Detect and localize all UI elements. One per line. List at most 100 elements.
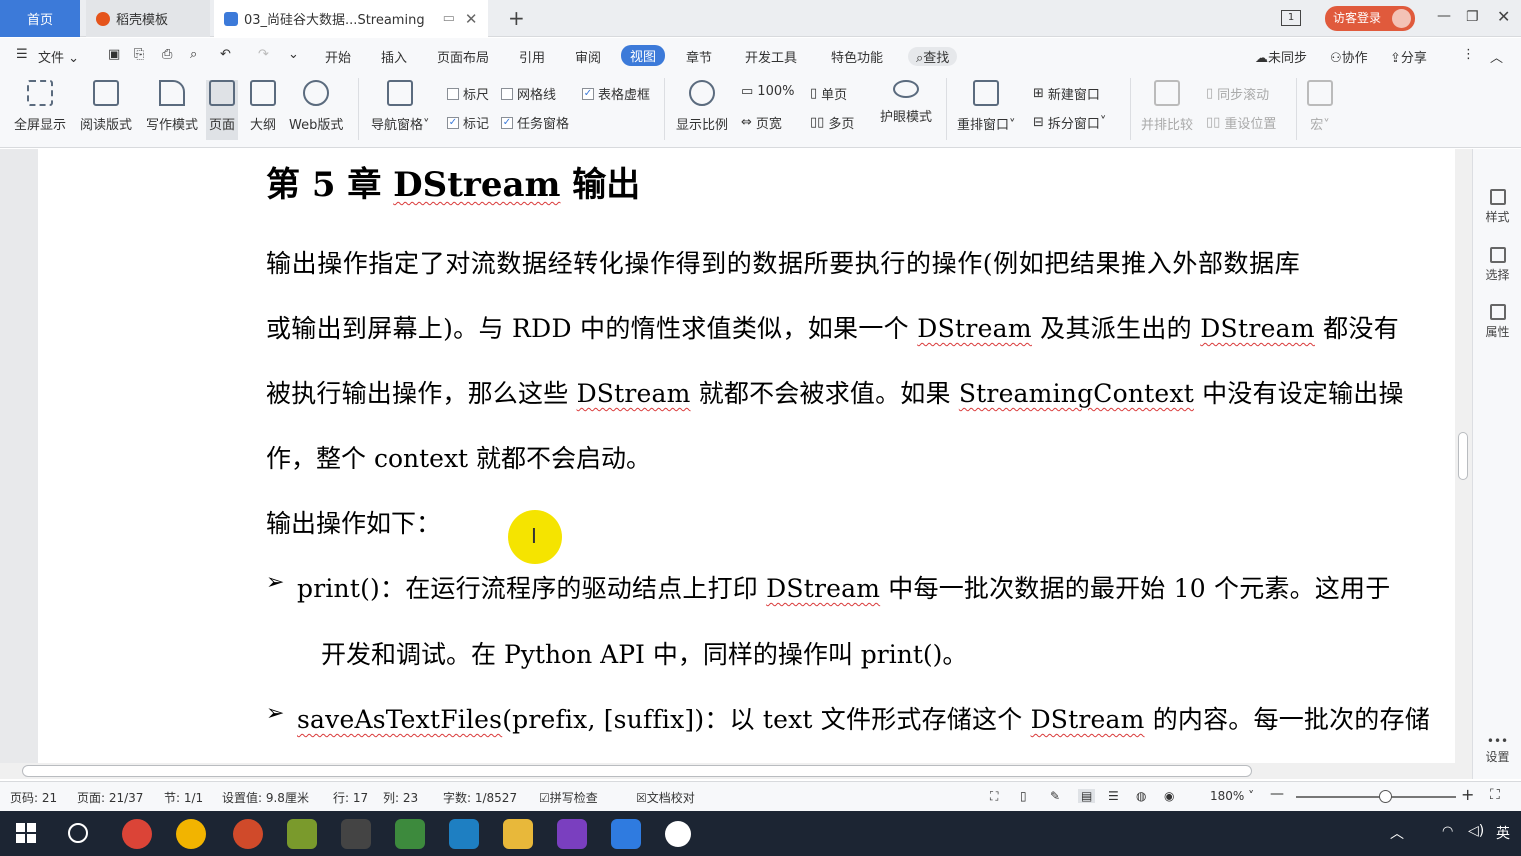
app-icon[interactable]	[287, 819, 317, 849]
tray-expand-icon[interactable]: ︿	[1390, 823, 1404, 843]
file-menu[interactable]: 文件 ⌄	[38, 47, 79, 66]
collapse-ribbon-icon[interactable]: ︿	[1490, 47, 1503, 66]
fullscreen-button[interactable]: 全屏显示	[14, 80, 66, 133]
mf-app-icon[interactable]	[176, 819, 206, 849]
app-icon[interactable]	[341, 819, 371, 849]
outline-button[interactable]: 大纲	[250, 80, 276, 133]
zoom-100-button[interactable]: ▭ 100%	[741, 84, 794, 99]
print-icon[interactable]: ⎙	[162, 47, 172, 62]
ruler-checkbox[interactable]: 标尺	[447, 84, 489, 103]
single-page-button[interactable]: ▯ 单页	[810, 84, 847, 103]
restore-icon[interactable]: ❐	[1466, 9, 1479, 25]
windows-start-icon[interactable]	[16, 823, 36, 843]
preview-icon[interactable]: ⌕	[190, 47, 197, 62]
tab-special[interactable]: 特色功能	[831, 47, 883, 66]
notepad-icon[interactable]	[395, 819, 425, 849]
page-view-icon[interactable]: ▤	[1078, 789, 1096, 803]
more-icon[interactable]: ⋮	[1462, 47, 1475, 62]
spell-check[interactable]: ☑拼写检查	[539, 789, 598, 806]
close-window-icon[interactable]: ✕	[1497, 7, 1510, 26]
tab-home[interactable]: 首页	[0, 0, 80, 37]
read-mode-button[interactable]: 阅读版式	[80, 80, 132, 133]
fit-icon[interactable]: ⛶	[990, 789, 998, 804]
tab-template[interactable]: 稻壳模板	[86, 0, 210, 37]
export-icon[interactable]: ⎘	[134, 47, 144, 62]
quick-access-dropdown-icon[interactable]: ⌄	[288, 47, 299, 62]
undo-icon[interactable]: ↶	[220, 47, 231, 62]
tab-view[interactable]: 视图	[621, 45, 666, 66]
split-window-button[interactable]: ⊟ 拆分窗口 ˅	[1033, 113, 1106, 132]
write-view-icon[interactable]: ✎	[1050, 789, 1060, 803]
page-view-button[interactable]: 页面	[206, 80, 239, 140]
nav-pane-button[interactable]: 导航窗格˅	[371, 80, 430, 133]
page-number[interactable]: 页码: 21	[10, 789, 57, 806]
zoom-slider[interactable]	[1296, 796, 1456, 798]
collaborate-button[interactable]: ⚇协作	[1330, 47, 1368, 66]
properties-button[interactable]: 属性	[1473, 304, 1521, 340]
page-count[interactable]: 页面: 21/37	[77, 789, 143, 806]
fullscreen-icon[interactable]: ⛶	[1490, 787, 1500, 803]
close-tab-icon[interactable]: ✕	[465, 10, 478, 28]
intellij-icon[interactable]	[557, 819, 587, 849]
style-button[interactable]: 样式	[1473, 189, 1521, 225]
tab-pin-icon[interactable]: ▭	[443, 11, 455, 26]
vertical-scroll-thumb[interactable]	[1458, 432, 1468, 480]
reset-position-button[interactable]: ▯▯ 重设位置	[1206, 113, 1276, 132]
find-button[interactable]: ⌕查找	[908, 47, 958, 66]
zoom-select[interactable]: 180% ˅	[1210, 789, 1254, 803]
horizontal-scroll-thumb[interactable]	[22, 765, 1252, 777]
ime-indicator[interactable]: 英	[1496, 823, 1510, 843]
tab-document[interactable]: 03_尚硅谷大数据...Streaming ▭ ✕	[214, 0, 488, 37]
chrome-icon[interactable]	[122, 819, 152, 849]
multi-page-button[interactable]: ▯▯ 多页	[810, 113, 854, 132]
hamburger-icon[interactable]: ☰	[16, 47, 28, 62]
gridline-checkbox[interactable]: 网格线	[501, 84, 556, 103]
minimize-icon[interactable]: —	[1437, 8, 1451, 24]
cortana-icon[interactable]	[68, 823, 88, 843]
horizontal-scrollbar[interactable]	[0, 763, 1472, 779]
app-icon[interactable]	[449, 819, 479, 849]
tab-start[interactable]: 开始	[325, 47, 351, 66]
rearrange-window-button[interactable]: 重排窗口˅	[957, 80, 1016, 133]
proofread[interactable]: ☒文档校对	[636, 789, 695, 806]
tab-references[interactable]: 引用	[519, 47, 545, 66]
file-explorer-icon[interactable]	[503, 819, 533, 849]
eye-mode-button[interactable]: 护眼模式	[880, 80, 932, 125]
page-count-badge[interactable]: 1	[1281, 10, 1301, 26]
tab-review[interactable]: 审阅	[575, 47, 601, 66]
share-button[interactable]: ⇪分享	[1390, 47, 1427, 66]
tab-page-layout[interactable]: 页面布局	[437, 47, 489, 66]
read-view-icon[interactable]: ▯	[1020, 789, 1027, 803]
emoji-app-icon[interactable]	[665, 821, 691, 847]
tab-insert[interactable]: 插入	[381, 47, 407, 66]
word-count[interactable]: 字数: 1/8527	[443, 789, 517, 806]
sync-scroll-button[interactable]: ▯ 同步滚动	[1206, 84, 1269, 103]
task-pane-checkbox[interactable]: ✓ 任务窗格	[501, 113, 569, 132]
macro-button[interactable]: 宏˅	[1307, 80, 1333, 133]
web-view-icon[interactable]: ◍	[1136, 789, 1146, 803]
zoom-out-icon[interactable]: —	[1270, 786, 1284, 802]
outline-view-icon[interactable]: ☰	[1108, 789, 1119, 803]
zoom-slider-thumb[interactable]	[1379, 790, 1392, 803]
side-by-side-button[interactable]: 并排比较	[1141, 80, 1193, 133]
wps-writer-icon[interactable]	[611, 819, 641, 849]
new-tab-button[interactable]: +	[508, 6, 525, 30]
page-width-button[interactable]: ⇔ 页宽	[741, 113, 782, 132]
web-view-button[interactable]: Web版式	[289, 80, 343, 133]
guest-login-button[interactable]: 访客登录	[1325, 6, 1415, 31]
new-window-button[interactable]: ⊞ 新建窗口	[1033, 84, 1100, 103]
volume-icon[interactable]: ◁)	[1468, 823, 1484, 839]
document-page[interactable]: 第 5 章 DStream 输出 输出操作指定了对流数据经转化操作得到的数据所要…	[38, 149, 1455, 763]
sync-status[interactable]: ☁未同步	[1255, 47, 1307, 66]
zoom-ratio-button[interactable]: 显示比例	[676, 80, 728, 133]
select-button[interactable]: 选择	[1473, 247, 1521, 283]
tab-chapter[interactable]: 章节	[686, 47, 712, 66]
save-icon[interactable]: ▣	[108, 47, 120, 62]
table-frame-checkbox[interactable]: ✓ 表格虚框	[582, 84, 650, 103]
zoom-in-icon[interactable]: +	[1461, 785, 1474, 804]
settings-button[interactable]: ••• 设置	[1473, 734, 1521, 765]
tab-developer[interactable]: 开发工具	[745, 47, 797, 66]
browser-icon[interactable]	[233, 819, 263, 849]
eye-view-icon[interactable]: ◉	[1164, 789, 1174, 803]
wifi-icon[interactable]: ◠	[1442, 824, 1453, 839]
